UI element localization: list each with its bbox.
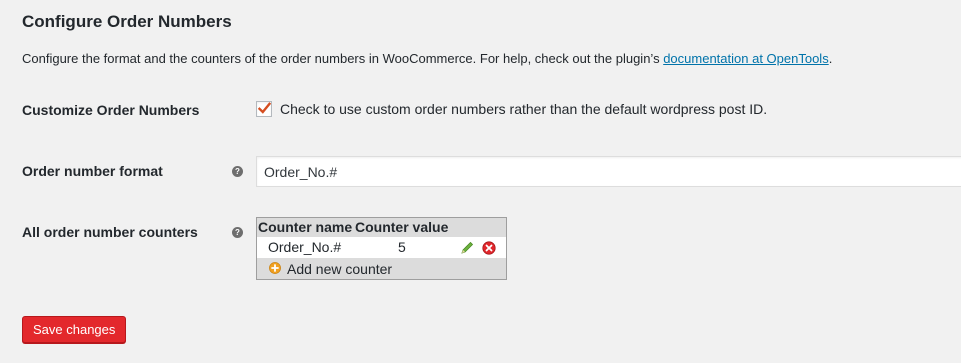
order-number-format-label: Order number format	[22, 163, 163, 179]
order-number-format-input[interactable]	[256, 156, 961, 187]
counter-name-cell: Order_No.#	[268, 239, 342, 255]
table-row: Order_No.# 5	[257, 237, 506, 258]
checkmark-icon	[258, 102, 271, 114]
page-title: Configure Order Numbers	[22, 12, 232, 31]
column-header-counter-value: Counter value	[355, 219, 449, 235]
customize-order-numbers-label: Customize Order Numbers	[22, 102, 200, 118]
save-changes-button[interactable]: Save changes	[22, 316, 127, 343]
customize-order-numbers-checkbox[interactable]	[256, 101, 272, 117]
documentation-link[interactable]: documentation at OpenTools	[663, 51, 829, 66]
delete-icon[interactable]	[482, 241, 496, 255]
pencil-icon[interactable]	[460, 241, 474, 255]
counter-table: Counter name Counter value Order_No.# 5 …	[256, 217, 507, 280]
question-circle-icon[interactable]: ?	[232, 227, 243, 238]
customize-checkbox-label[interactable]: Check to use custom order numbers rather…	[280, 100, 767, 118]
plus-circle-icon	[269, 262, 281, 274]
intro-text: Configure the format and the counters of…	[22, 51, 832, 67]
column-header-counter-name: Counter name	[258, 219, 353, 235]
intro-end: .	[828, 51, 833, 66]
add-new-counter-button[interactable]: Add new counter	[257, 258, 506, 279]
counter-value-cell: 5	[398, 239, 406, 255]
all-order-number-counters-label: All order number counters	[22, 224, 198, 240]
counter-table-header: Counter name Counter value	[257, 218, 506, 237]
question-circle-icon[interactable]: ?	[232, 166, 243, 177]
add-new-counter-label: Add new counter	[287, 261, 393, 277]
intro-description: Configure the format and the counters of…	[22, 51, 664, 66]
